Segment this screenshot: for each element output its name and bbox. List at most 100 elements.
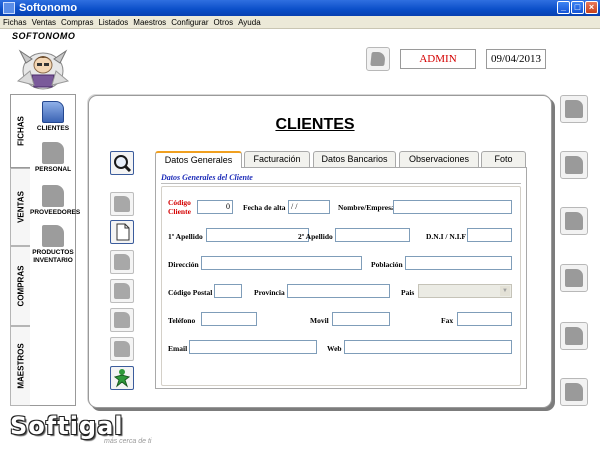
fichas-panel: CLIENTES PERSONAL PROVEEDORES PRODUCTOS … bbox=[30, 94, 80, 406]
tab-facturacion[interactable]: Facturación bbox=[244, 151, 310, 167]
sidetab-fichas[interactable]: FICHAS bbox=[10, 94, 30, 168]
right-action-2[interactable] bbox=[560, 151, 588, 179]
brand-tagline: más cerca de ti bbox=[104, 438, 152, 445]
right-action-3[interactable] bbox=[560, 207, 588, 235]
disabled-icon bbox=[114, 196, 130, 212]
cp-label: Código Postal bbox=[168, 288, 213, 297]
dni-label: D.N.I / N.I.F bbox=[426, 232, 467, 241]
fecha-alta-field[interactable]: / / bbox=[288, 200, 330, 214]
tab-observaciones[interactable]: Observaciones bbox=[399, 151, 479, 167]
section-divider bbox=[161, 183, 521, 184]
disabled-icon bbox=[565, 212, 583, 230]
nombre-field[interactable] bbox=[393, 200, 512, 214]
cp-field[interactable] bbox=[214, 284, 242, 298]
poblacion-label: Población bbox=[371, 260, 403, 269]
staff-icon bbox=[42, 142, 64, 164]
direccion-field[interactable] bbox=[201, 256, 362, 270]
right-action-1[interactable] bbox=[560, 95, 588, 123]
chevron-down-icon: ▼ bbox=[500, 286, 510, 296]
nav-productos-inventario[interactable]: PRODUCTOS INVENTARIO bbox=[30, 225, 76, 265]
menu-otros[interactable]: Otros bbox=[211, 16, 236, 29]
dni-field[interactable] bbox=[467, 228, 512, 242]
window-title: Softonomo bbox=[19, 2, 78, 14]
app-logo: SOFTONOMO bbox=[12, 31, 76, 93]
apellido1-field[interactable] bbox=[206, 228, 309, 242]
new-record-button[interactable] bbox=[110, 220, 134, 244]
poblacion-field[interactable] bbox=[405, 256, 512, 270]
fax-field[interactable] bbox=[457, 312, 512, 326]
codigo-field[interactable]: 0 bbox=[197, 200, 233, 214]
minimize-button[interactable]: _ bbox=[557, 1, 570, 14]
telefono-field[interactable] bbox=[201, 312, 257, 326]
toolbar-button-7[interactable] bbox=[110, 337, 134, 361]
disabled-icon bbox=[114, 312, 130, 328]
products-icon bbox=[42, 225, 64, 247]
app-icon bbox=[3, 2, 15, 14]
tab-datos-bancarios[interactable]: Datos Bancarios bbox=[313, 151, 396, 167]
user-button[interactable] bbox=[366, 47, 390, 71]
menu-listados[interactable]: Listados bbox=[95, 16, 130, 29]
nav-personal[interactable]: PERSONAL bbox=[30, 142, 76, 174]
telefono-label: Teléfono bbox=[168, 316, 196, 325]
menu-fichas[interactable]: Fichas bbox=[0, 16, 29, 29]
maximize-button[interactable]: □ bbox=[571, 1, 584, 14]
right-action-4[interactable] bbox=[560, 264, 588, 292]
clients-icon bbox=[42, 101, 64, 123]
web-field[interactable] bbox=[344, 340, 512, 354]
tab-foto[interactable]: Foto bbox=[481, 151, 526, 167]
toolbar-button-6[interactable] bbox=[110, 308, 134, 332]
direccion-label: Dirección bbox=[168, 260, 199, 269]
toolbar-button-2[interactable] bbox=[110, 192, 134, 216]
exit-icon bbox=[113, 369, 131, 388]
fax-label: Fax bbox=[441, 316, 454, 325]
user-icon bbox=[370, 52, 386, 66]
window-titlebar: Softonomo _ □ × bbox=[0, 0, 600, 16]
apellido1-label: 1º Apellido bbox=[168, 232, 203, 241]
new-document-icon bbox=[116, 223, 130, 241]
pais-select[interactable]: ▼ bbox=[418, 284, 512, 298]
mascot-icon bbox=[16, 49, 70, 90]
nav-proveedores[interactable]: PROVEEDORES bbox=[30, 185, 80, 217]
provincia-field[interactable] bbox=[287, 284, 390, 298]
search-button[interactable] bbox=[110, 151, 134, 175]
provincia-label: Provincia bbox=[254, 288, 285, 297]
tab-datos-generales[interactable]: Datos Generales bbox=[155, 151, 242, 168]
sidetab-maestros[interactable]: MAESTROS bbox=[10, 326, 30, 406]
disabled-icon bbox=[565, 156, 583, 174]
nombre-label: Nombre/Empresa bbox=[338, 203, 395, 212]
disabled-icon bbox=[114, 254, 130, 270]
menu-ventas[interactable]: Ventas bbox=[29, 16, 58, 29]
pais-label: Pais bbox=[401, 288, 415, 297]
logo-text: SOFTONOMO bbox=[12, 31, 76, 41]
disabled-icon bbox=[114, 341, 130, 357]
web-label: Web bbox=[327, 344, 342, 353]
right-action-6[interactable] bbox=[560, 378, 588, 406]
apellido2-field[interactable] bbox=[335, 228, 410, 242]
nav-clientes[interactable]: CLIENTES bbox=[30, 101, 76, 133]
disabled-icon bbox=[565, 100, 583, 118]
sidetab-compras[interactable]: COMPRAS bbox=[10, 246, 30, 326]
right-action-5[interactable] bbox=[560, 322, 588, 350]
exit-button[interactable] bbox=[110, 366, 134, 390]
menu-configurar[interactable]: Configurar bbox=[168, 16, 210, 29]
email-field[interactable] bbox=[189, 340, 317, 354]
toolbar-button-5[interactable] bbox=[110, 279, 134, 303]
current-user: ADMIN bbox=[400, 49, 476, 69]
menu-bar: Fichas Ventas Compras Listados Maestros Confi… bbox=[0, 16, 600, 29]
movil-field[interactable] bbox=[332, 312, 390, 326]
disabled-icon bbox=[565, 327, 583, 345]
fecha-alta-label: Fecha de alta bbox=[243, 203, 286, 212]
email-label: Email bbox=[168, 344, 188, 353]
menu-compras[interactable]: Compras bbox=[58, 16, 95, 29]
toolbar-button-4[interactable] bbox=[110, 250, 134, 274]
menu-maestros[interactable]: Maestros bbox=[130, 16, 168, 29]
brand-logo: Softigal bbox=[10, 412, 124, 440]
suppliers-icon bbox=[42, 185, 64, 207]
page-title: CLIENTES bbox=[275, 116, 355, 133]
disabled-icon bbox=[565, 269, 583, 287]
close-button[interactable]: × bbox=[585, 1, 598, 14]
menu-ayuda[interactable]: Ayuda bbox=[235, 16, 263, 29]
sidetab-ventas[interactable]: VENTAS bbox=[10, 168, 30, 246]
search-icon bbox=[114, 155, 132, 173]
movil-label: Movil bbox=[310, 316, 329, 325]
